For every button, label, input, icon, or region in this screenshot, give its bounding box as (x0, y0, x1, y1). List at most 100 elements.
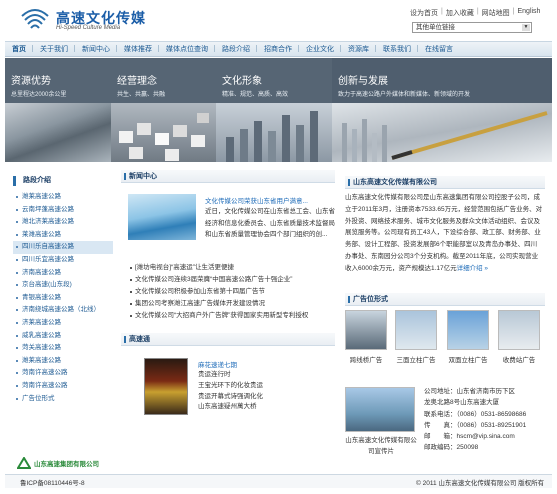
billboard-ad-image (447, 310, 489, 350)
media-header: 高速通 (121, 333, 335, 346)
contact-line: 邮 箱：hscm@vip.sina.com (424, 433, 515, 441)
route-link[interactable]: 菏关高速公路 (13, 342, 113, 355)
route-link[interactable]: 四川乐宜高速公路 (13, 254, 113, 267)
news-featured-title[interactable]: 文化传媒公司荣获山东省用户满意... (205, 195, 308, 205)
media-section: 高速通 (121, 333, 335, 346)
route-link[interactable]: 广告位形式 (13, 393, 113, 406)
news-item[interactable]: 文化传媒公司积极参加山东省第十四届广告节 (128, 286, 338, 298)
nav-news[interactable]: 新闻中心 (75, 44, 117, 54)
ad-caption: 三面立柱广告 (396, 357, 436, 364)
about-header: 山东高速文化传媒有限公司 (345, 176, 545, 189)
nav-contact[interactable]: 联系我们 (376, 44, 418, 54)
about-section: 山东高速文化传媒有限公司 (345, 176, 545, 189)
nav-resources[interactable]: 资源库 (341, 44, 376, 54)
nav-culture[interactable]: 企业文化 (299, 44, 341, 54)
nav-message[interactable]: 在线留言 (418, 44, 460, 54)
banner-title: 经营理念 (117, 76, 157, 87)
route-link[interactable]: 潍莱高速公路 (13, 355, 113, 368)
ad-caption: 跨线桥广告 (349, 357, 383, 364)
news-item[interactable]: 文化传媒公司“大招商户外广告牌”获得国家实用新型专利授权 (128, 310, 338, 322)
contact-line: 邮政编码：250098 (424, 444, 479, 452)
route-link[interactable]: 菏南许高速公路 (13, 367, 113, 380)
footer-icp[interactable]: 鲁ICP备08110446号-8 (20, 477, 85, 487)
toll-station-ad-image (498, 310, 540, 350)
magazine-cover-image[interactable] (144, 358, 188, 415)
route-link[interactable]: 京台高速(山东段) (13, 279, 113, 292)
group-logo: 山东高速集团有限公司 (17, 456, 113, 470)
media-item[interactable]: 山东高速疑州萬大桥 (198, 402, 263, 413)
route-link[interactable]: 济南高速公路 (13, 267, 113, 280)
news-featured-body: 近日，文化传媒公司在山东省总工会、山东省经济和信息化委员会、山东省质量技术监督局… (205, 208, 335, 239)
media-list: 贵运连行时 王宝光环下的化妆贵运 贵运开幕式诗强调化化 山东高速疑州萬大桥 (198, 370, 263, 413)
news-header: 新闻中心 (121, 170, 335, 183)
nav-media[interactable]: 媒体推荐 (117, 44, 159, 54)
nav-business[interactable]: 招商合作 (257, 44, 299, 54)
banner-panel-innovation: 创新与发展 致力于高速公路户外媒体和新媒体、新领域的开发 (332, 58, 552, 162)
bar-graph-image (216, 103, 332, 162)
about-text: 山东高速文化传媒有限公司是山东高速集团有限公司控股子公司，成立于2011年3月，… (345, 194, 543, 272)
ads-header: 广告位形式 (345, 293, 545, 306)
main-nav: 首页 关于我们 新闻中心 媒体推荐 媒体点位查询 路段介绍 招商合作 企业文化 … (5, 41, 552, 57)
banner-title: 文化形象 (222, 76, 262, 87)
sitemap-link[interactable]: 网站地图 (482, 8, 510, 18)
top-links: 设为首页 | 加入收藏 | 网站地图 | English (410, 8, 541, 18)
route-link[interactable]: 潍莱高速公路 (13, 191, 113, 204)
ad-caption: 收费站广告 (502, 357, 536, 364)
news-section: 新闻中心 (121, 170, 335, 183)
media-item[interactable]: 贵运开幕式诗强调化化 (198, 392, 263, 403)
route-link[interactable]: 四川乐自高速公路 (13, 241, 113, 254)
route-link[interactable]: 云南坪蓬高速公路 (13, 204, 113, 217)
contact-line: 传 真：（0086）0531-89251901 (424, 421, 527, 429)
route-link[interactable]: 济南绕城高速公路（北线） (13, 304, 113, 317)
chevron-down-icon: ▼ (522, 24, 530, 31)
news-item[interactable]: 文化传媒公司连续3届荣膺“中国高速公路广告十强企业” (128, 274, 338, 286)
nav-about[interactable]: 关于我们 (33, 44, 75, 54)
contact-line: 联系电话：（0086）0531-86598686 (424, 410, 527, 418)
banner-subtitle: 共生、共赢、共融 (117, 92, 166, 98)
nav-home[interactable]: 首页 (5, 44, 33, 54)
banner-panel-philosophy: 经营理念 共生、共赢、共融 (111, 58, 216, 162)
contact-line: 公司地址：山东省济南市历下区 (424, 388, 515, 395)
ad-format-item[interactable]: 收费站广告 (498, 310, 540, 364)
banner-subtitle: 精准、规范、高质、高效 (222, 92, 289, 98)
contact-line: 龙奥北路8号山东高速大厦 (424, 399, 500, 407)
route-link[interactable]: 济莱高速公路 (13, 317, 113, 330)
routes-title: 路段介绍 (13, 176, 113, 186)
news-item[interactable]: [潍坊电视台]“高速运”让生活更便捷 (128, 262, 338, 274)
route-link[interactable]: 青银高速公路 (13, 292, 113, 305)
nav-routes[interactable]: 路段介绍 (215, 44, 257, 54)
site-select-value: 其他单位链接 (416, 24, 455, 31)
overpass-ad-image (345, 310, 387, 350)
news-item[interactable]: 集团公司考察潍江高速广告媒体开发建设情况 (128, 298, 338, 310)
cubes-image (111, 103, 216, 162)
ad-caption: 双面立柱广告 (448, 357, 488, 364)
nav-media-search[interactable]: 媒体点位查询 (159, 44, 215, 54)
route-link[interactable]: 菏南许高速公路 (13, 380, 113, 393)
logo-subtitle: Hi-Speed Culture Media (56, 25, 121, 31)
add-favorite-link[interactable]: 加入收藏 (446, 8, 474, 18)
ads-section: 广告位形式 (345, 293, 545, 306)
billboard-ad-image (395, 310, 437, 350)
banner-subtitle: 致力于高速公路户外媒体和新媒体、新领域的开发 (338, 92, 471, 98)
ad-format-item[interactable]: 跨线桥广告 (345, 310, 387, 364)
route-link[interactable]: 威乳高速公路 (13, 330, 113, 343)
logo-icon (21, 9, 49, 29)
more-link[interactable]: 详细介绍 » (457, 265, 488, 272)
group-logo-icon (17, 457, 31, 469)
media-item[interactable]: 贵运连行时 (198, 370, 263, 381)
ad-format-item[interactable]: 三面立柱广告 (395, 310, 437, 364)
banner-title: 资源优势 (11, 76, 51, 87)
promo-video-caption[interactable]: 山东高速文化传媒有限公司宣传片 (345, 435, 417, 457)
media-item[interactable]: 王宝光环下的化妆贵运 (198, 381, 263, 392)
ad-format-item[interactable]: 双面立柱广告 (447, 310, 489, 364)
site-link-select[interactable]: 其他单位链接 ▼ (412, 22, 532, 33)
route-link[interactable]: 莱潍高速公路 (13, 229, 113, 242)
route-link[interactable]: 潍北济莱高速公路 (13, 216, 113, 229)
promo-video-image[interactable] (345, 387, 415, 432)
news-bridge-image[interactable] (128, 194, 196, 240)
set-homepage-link[interactable]: 设为首页 (410, 8, 438, 18)
news-list: [潍坊电视台]“高速运”让生活更便捷 文化传媒公司连续3届荣膺“中国高速公路广告… (128, 262, 338, 322)
english-link[interactable]: English (517, 8, 540, 18)
media-featured-title[interactable]: 麻花速递七期 (198, 359, 237, 369)
banner-subtitle: 总里程达2000余公里 (11, 92, 67, 98)
